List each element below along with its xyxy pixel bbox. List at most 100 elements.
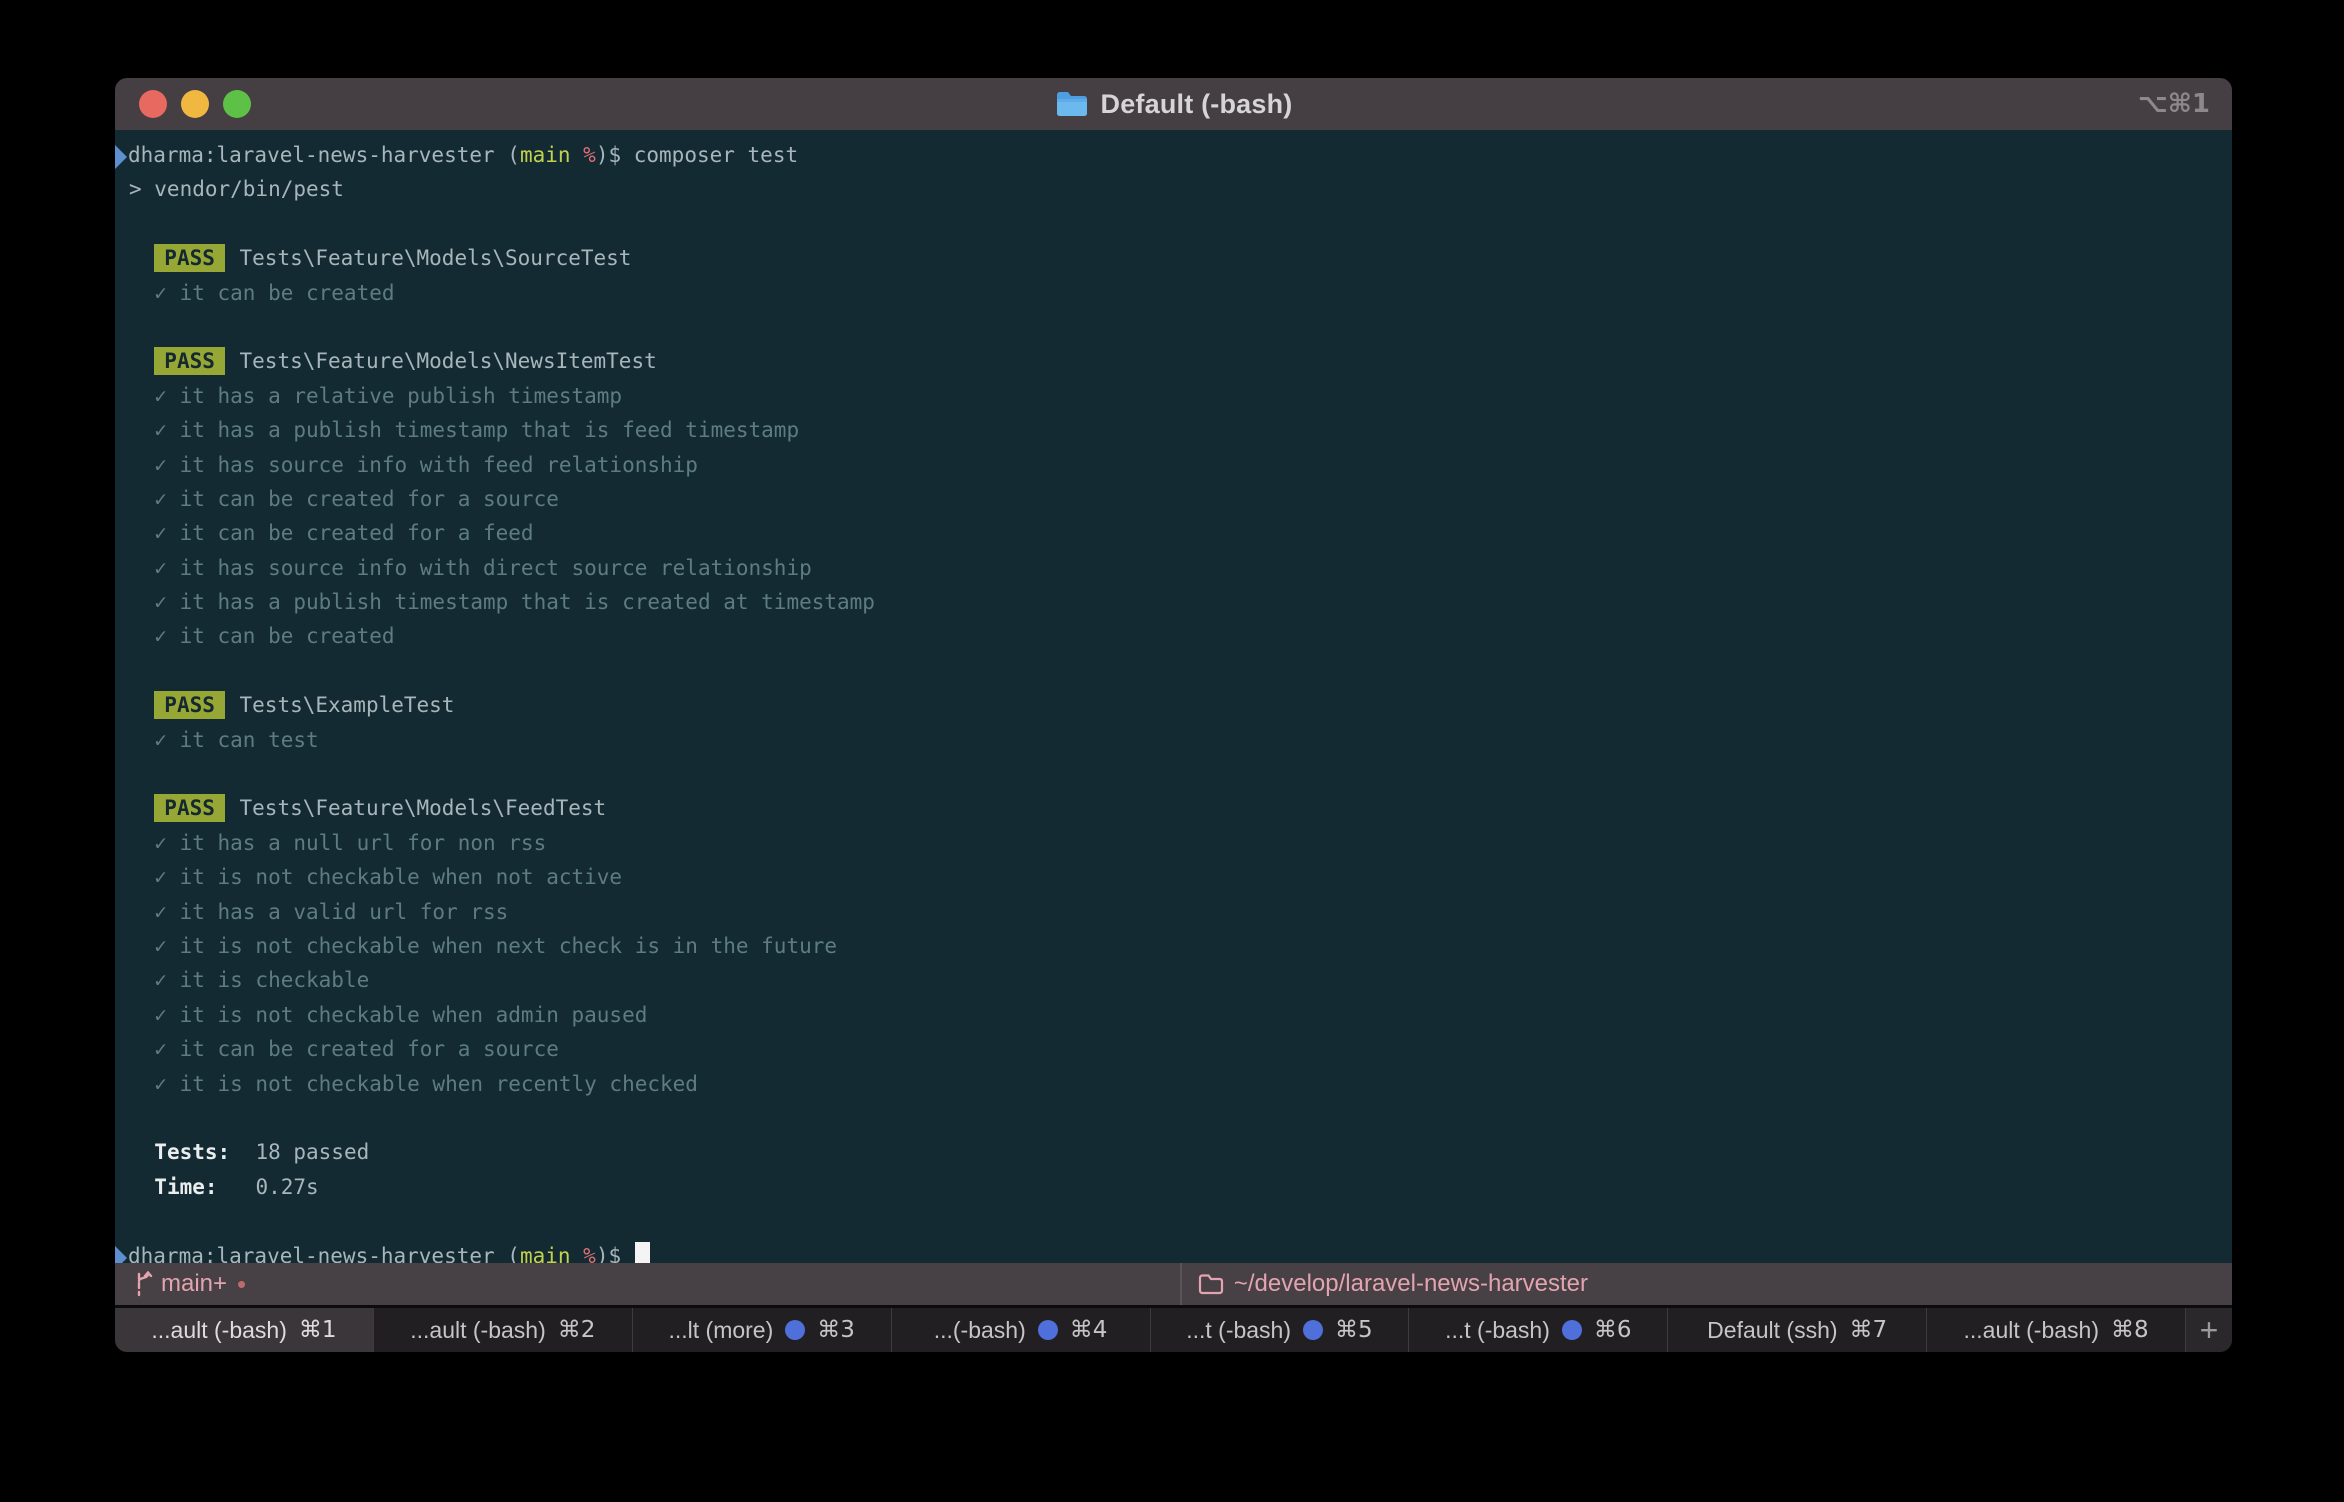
terminal-line: ✓ it is not checkable when admin paused: [129, 998, 2218, 1032]
terminal-text: ✓ it is not checkable when recently chec…: [129, 1072, 698, 1096]
terminal-text: dharma:laravel-news-harvester (: [128, 143, 520, 167]
working-directory-path: ~/develop/laravel-news-harvester: [1234, 1270, 1588, 1298]
terminal-line: ✓ it is not checkable when not active: [129, 860, 2218, 894]
terminal-text: [129, 349, 154, 373]
terminal-line: ✓ it has source info with feed relations…: [129, 448, 2218, 482]
terminal-line: PASS Tests\Feature\Models\NewsItemTest: [129, 344, 2218, 378]
window-title: Default (-bash): [1101, 89, 1293, 120]
terminal-text: Tests\Feature\Models\FeedTest: [227, 796, 606, 820]
terminal-text: ✓ it has a relative publish timestamp: [129, 384, 622, 408]
terminal-line: PASS Tests\ExampleTest: [129, 688, 2218, 722]
tab-label: Default (ssh): [1707, 1317, 1837, 1344]
terminal-line: dharma:laravel-news-harvester (main %)$: [129, 1239, 2218, 1264]
tab-2[interactable]: ...ault (-bash)⌘2: [374, 1308, 633, 1352]
terminal-output[interactable]: dharma:laravel-news-harvester (main %)$ …: [115, 130, 2232, 1263]
terminal-text: Tests:: [154, 1140, 230, 1164]
tab-bar-tabs: ...ault (-bash)⌘1...ault (-bash)⌘2...lt …: [115, 1308, 2186, 1352]
terminal-cursor: [635, 1242, 650, 1264]
terminal-line: [129, 757, 2218, 791]
terminal-text: ✓ it is not checkable when admin paused: [129, 1003, 647, 1027]
terminal-text: [129, 246, 154, 270]
git-branch-label: main+: [161, 1270, 227, 1298]
activity-dot-icon: [1303, 1320, 1323, 1340]
new-tab-button[interactable]: +: [2186, 1308, 2232, 1352]
terminal-text: ✓ it has a null url for non rss: [129, 831, 546, 855]
activity-dot-icon: [1562, 1320, 1582, 1340]
terminal-text: ✓ it can be created for a source: [129, 1037, 559, 1061]
git-status[interactable]: main+ •: [115, 1269, 246, 1300]
terminal-text: ✓ it has a valid url for rss: [129, 900, 508, 924]
terminal-text: > vendor/bin/pest: [129, 177, 344, 201]
terminal-text: [129, 693, 154, 717]
terminal-text: 0.27s: [218, 1175, 319, 1199]
git-dirty-dot-icon: •: [237, 1269, 246, 1300]
folder-icon: [1055, 90, 1089, 118]
close-button[interactable]: [139, 90, 167, 118]
terminal-line: ✓ it is not checkable when next check is…: [129, 929, 2218, 963]
tab-6[interactable]: ...t (-bash)⌘6: [1409, 1308, 1668, 1352]
terminal-text: )$: [596, 1244, 634, 1264]
tab-3[interactable]: ...lt (more) ⌘3: [633, 1308, 892, 1352]
terminal-text: dharma:laravel-news-harvester (: [128, 1244, 520, 1264]
tab-4[interactable]: ...(-bash) ⌘4: [892, 1308, 1151, 1352]
activity-dot-icon: [1038, 1320, 1058, 1340]
tab-label: ...t (-bash): [1445, 1317, 1550, 1344]
traffic-lights: [139, 78, 251, 130]
tab-label: ...lt (more): [668, 1317, 773, 1344]
prompt-arrow-icon: [115, 145, 127, 169]
zoom-button[interactable]: [223, 90, 251, 118]
terminal-text: ✓ it has a publish timestamp that is fee…: [129, 418, 799, 442]
terminal-text: main: [520, 143, 571, 167]
terminal-line: [129, 310, 2218, 344]
tab-label: ...ault (-bash): [1963, 1317, 2099, 1344]
minimize-button[interactable]: [181, 90, 209, 118]
terminal-text: ✓ it can be created for a feed: [129, 521, 534, 545]
terminal-line: [129, 207, 2218, 241]
tab-7[interactable]: Default (ssh) ⌘7: [1668, 1308, 1927, 1352]
tab-label: ...t (-bash): [1186, 1317, 1291, 1344]
terminal-line: ✓ it can be created for a source: [129, 482, 2218, 516]
working-directory[interactable]: ~/develop/laravel-news-harvester: [1180, 1263, 1588, 1305]
tab-5[interactable]: ...t (-bash) ⌘5: [1151, 1308, 1410, 1352]
title-bar[interactable]: Default (-bash) ⌥⌘1: [115, 78, 2232, 130]
terminal-text: Tests\ExampleTest: [227, 693, 455, 717]
terminal-line: [129, 1101, 2218, 1135]
terminal-text: [129, 1175, 154, 1199]
terminal-text: main: [520, 1244, 571, 1264]
terminal-line: dharma:laravel-news-harvester (main %)$ …: [129, 138, 2218, 172]
terminal-text: [129, 1140, 154, 1164]
terminal-text: 18 passed: [230, 1140, 369, 1164]
terminal-text: %: [571, 1244, 596, 1264]
tab-1[interactable]: ...ault (-bash)⌘1: [115, 1308, 374, 1352]
terminal-text: ✓ it is not checkable when next check is…: [129, 934, 837, 958]
tab-8[interactable]: ...ault (-bash)⌘8: [1927, 1308, 2186, 1352]
terminal-text: ✓ it is checkable: [129, 968, 369, 992]
pass-badge: PASS: [154, 691, 225, 719]
terminal-line: ✓ it has a relative publish timestamp: [129, 379, 2218, 413]
terminal-text: ✓ it has source info with feed relations…: [129, 453, 698, 477]
terminal-line: ✓ it has a valid url for rss: [129, 895, 2218, 929]
tab-shortcut: ⌘5: [1335, 1317, 1373, 1343]
terminal-line: PASS Tests\Feature\Models\SourceTest: [129, 241, 2218, 275]
terminal-line: ✓ it has source info with direct source …: [129, 551, 2218, 585]
terminal-text: Tests\Feature\Models\SourceTest: [227, 246, 632, 270]
tab-bar: ...ault (-bash)⌘1...ault (-bash)⌘2...lt …: [115, 1308, 2232, 1352]
tab-shortcut: ⌘7: [1850, 1317, 1888, 1343]
folder-outline-icon: [1198, 1273, 1224, 1295]
terminal-line: ✓ it has a publish timestamp that is fee…: [129, 413, 2218, 447]
terminal-line: PASS Tests\Feature\Models\FeedTest: [129, 791, 2218, 825]
tab-shortcut: ⌘3: [817, 1317, 855, 1343]
terminal-text: )$ composer test: [596, 143, 798, 167]
tab-shortcut: ⌘4: [1070, 1317, 1108, 1343]
terminal-line: Tests: 18 passed: [129, 1135, 2218, 1169]
prompt-arrow-icon: [115, 1246, 127, 1264]
tab-shortcut: ⌘2: [558, 1317, 596, 1343]
terminal-line: ✓ it can be created for a source: [129, 1032, 2218, 1066]
activity-dot-icon: [785, 1320, 805, 1340]
terminal-line: ✓ it can test: [129, 723, 2218, 757]
terminal-line: [129, 1204, 2218, 1238]
terminal-line: ✓ it is checkable: [129, 963, 2218, 997]
tab-label: ...ault (-bash): [151, 1317, 287, 1344]
tab-label: ...(-bash): [934, 1317, 1026, 1344]
status-bar: main+ • ~/develop/laravel-news-harvester: [115, 1263, 2232, 1305]
